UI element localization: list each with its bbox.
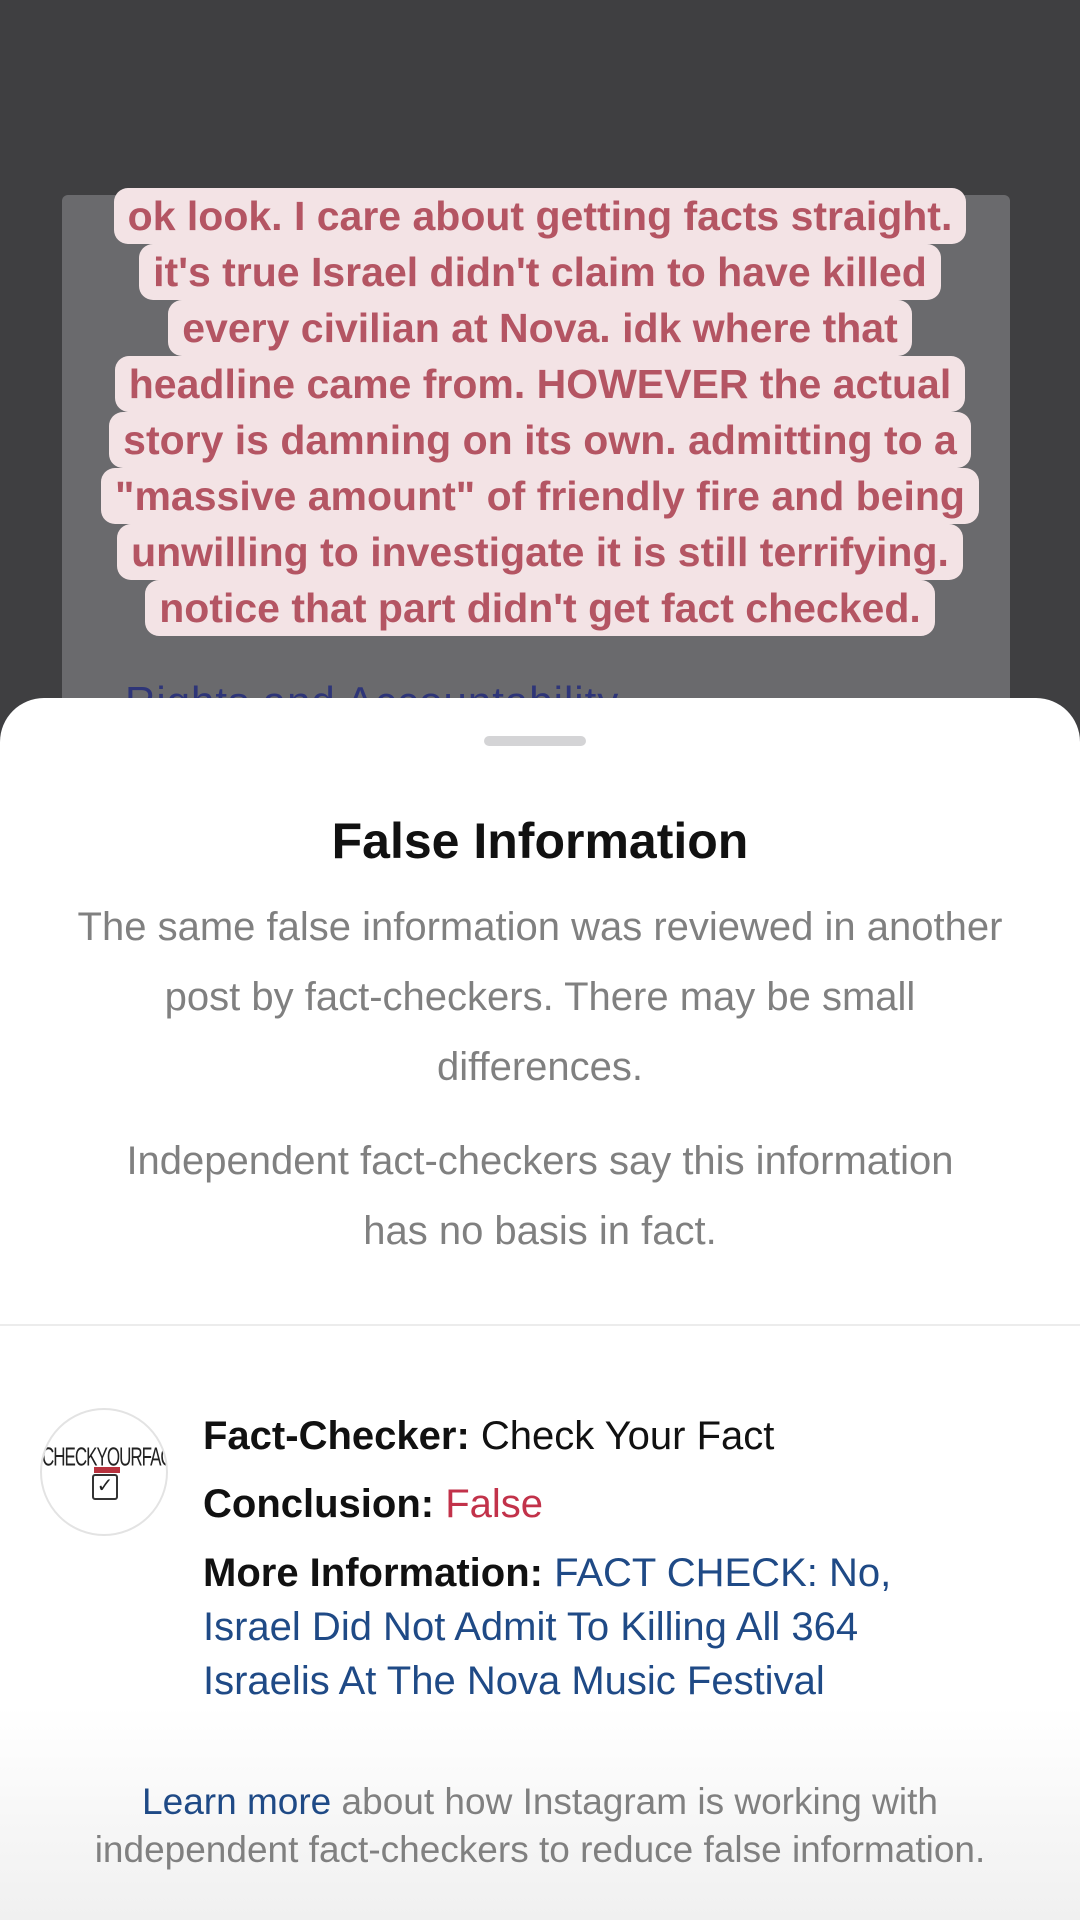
conclusion-row: Conclusion: False bbox=[203, 1470, 1023, 1538]
more-information-label: More Information: bbox=[203, 1551, 543, 1595]
fact-check-details: Fact-Checker: Check Your Fact Conclusion… bbox=[203, 1402, 1023, 1708]
caption-line: every civilian at Nova. idk where that bbox=[168, 300, 912, 356]
story-caption: ok look. I care about getting facts stra… bbox=[0, 188, 1080, 636]
footer-text: Learn more about how Instagram is workin… bbox=[60, 1778, 1020, 1874]
sheet-drag-handle[interactable] bbox=[484, 736, 586, 746]
false-information-sheet: False Information The same false informa… bbox=[0, 698, 1080, 1920]
checkbox-icon: ✓ bbox=[92, 1467, 120, 1500]
sheet-footer: Learn more about how Instagram is workin… bbox=[0, 1706, 1080, 1920]
caption-line: unwilling to investigate it is still ter… bbox=[117, 524, 963, 580]
fact-checker-value: Check Your Fact bbox=[480, 1414, 775, 1458]
divider bbox=[0, 1324, 1080, 1326]
caption-line: headline came from. HOWEVER the actual bbox=[114, 356, 966, 412]
fact-check-article-link[interactable]: Israelis At The Nova Music Festival bbox=[203, 1654, 1023, 1708]
learn-more-link[interactable]: Learn more bbox=[142, 1781, 331, 1822]
caption-line: it's true Israel didn't claim to have ki… bbox=[139, 244, 941, 300]
caption-line: "massive amount" of friendly fire and be… bbox=[101, 468, 979, 524]
fact-check-article-link[interactable]: FACT CHECK: No, bbox=[554, 1551, 891, 1595]
fact-checker-logo: CHECKYOURFACT ✓ bbox=[40, 1408, 168, 1536]
fact-check-article-link[interactable]: Israel Did Not Admit To Killing All 364 bbox=[203, 1600, 1023, 1654]
caption-line: ok look. I care about getting facts stra… bbox=[113, 188, 967, 244]
fact-checker-label: Fact-Checker: bbox=[203, 1414, 470, 1458]
more-information-row: More Information: FACT CHECK: No, Israel… bbox=[203, 1546, 1023, 1708]
sheet-subtitle: The same false information was reviewed … bbox=[77, 905, 1003, 1089]
conclusion-value: False bbox=[445, 1482, 544, 1526]
conclusion-label: Conclusion: bbox=[203, 1482, 435, 1526]
verdict-text: Independent fact-checkers say this infor… bbox=[126, 1139, 954, 1253]
fact-checker-row: Fact-Checker: Check Your Fact bbox=[203, 1402, 1023, 1470]
caption-line: notice that part didn't get fact checked… bbox=[145, 580, 935, 636]
caption-line: story is damning on its own. admitting t… bbox=[109, 412, 971, 468]
sheet-title: False Information bbox=[331, 813, 749, 869]
